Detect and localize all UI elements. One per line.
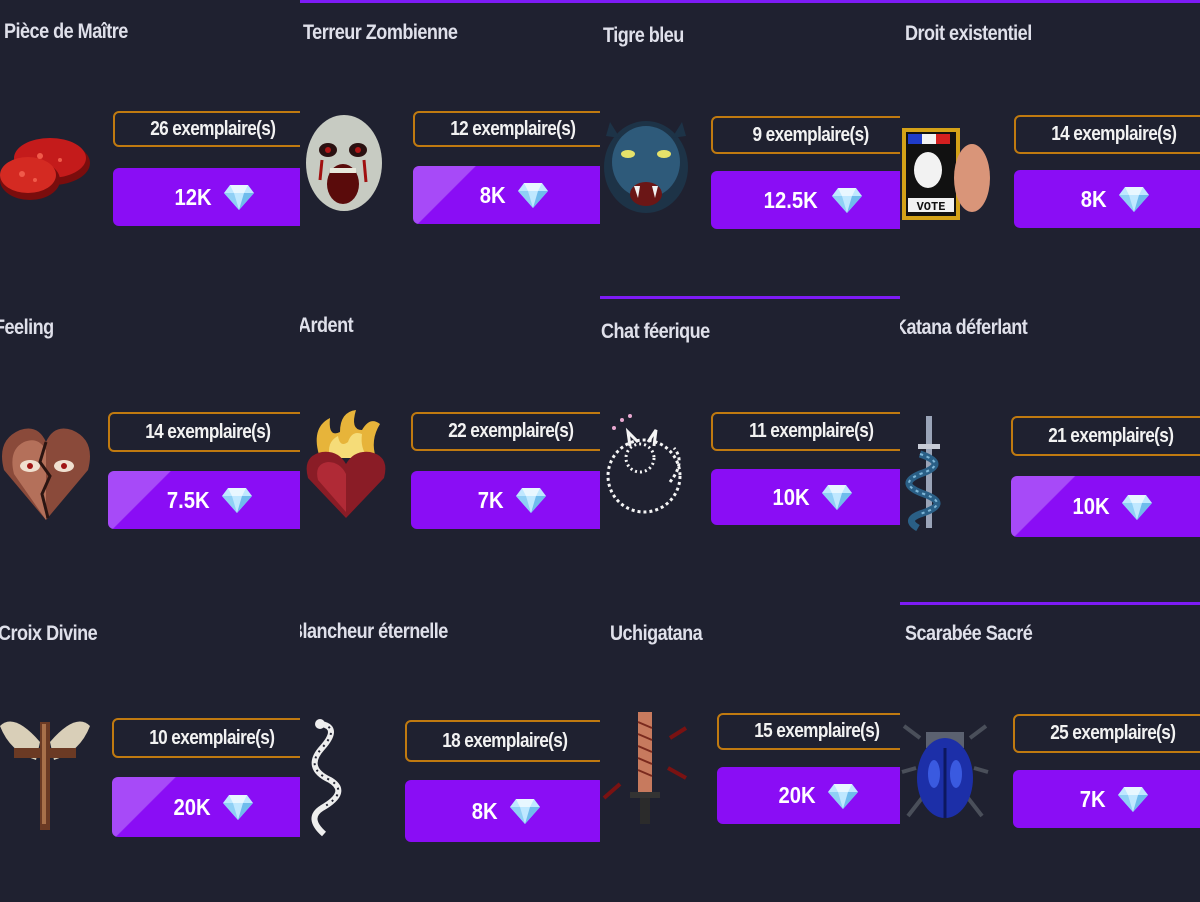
- item-name: Scarabée Sacré: [905, 622, 1033, 645]
- item-card[interactable]: Terreur Zombienne 12 exemplaire(s) 8K: [300, 0, 600, 300]
- diamond-icon: [1122, 493, 1153, 521]
- buy-button[interactable]: 20K: [717, 767, 900, 824]
- price-value: 12K: [174, 183, 212, 210]
- item-card[interactable]: Chat féerique 11 exemplaire(s) 10K: [600, 296, 900, 596]
- diamond-icon: [224, 183, 255, 211]
- vote-ballot-icon: VOTE: [900, 118, 992, 238]
- copies-count[interactable]: 10 exemplaire(s): [112, 718, 300, 758]
- price-value: 10K: [772, 483, 810, 510]
- item-card[interactable]: Feeling 14 exemplaire(s) 7.5K: [0, 300, 300, 600]
- serpent-katana-icon: [900, 414, 992, 534]
- price-value: 10K: [1072, 493, 1110, 519]
- zombie-face-icon: [300, 108, 392, 228]
- diamond-icon: [515, 486, 546, 514]
- copies-count[interactable]: 26 exemplaire(s): [113, 111, 300, 147]
- item-card[interactable]: Ardent 22 exemplaire(s) 7K: [300, 300, 600, 600]
- buy-button[interactable]: 20K: [112, 777, 300, 837]
- item-name: Chat féerique: [601, 320, 710, 343]
- price-value: 20K: [173, 793, 211, 820]
- price-value: 7K: [478, 486, 504, 513]
- copies-count[interactable]: 11 exemplaire(s): [711, 412, 900, 451]
- card-top-accent: [900, 0, 1200, 3]
- buy-button[interactable]: 7.5K: [108, 471, 300, 529]
- copies-count[interactable]: 15 exemplaire(s): [717, 713, 900, 750]
- broken-heart-icon: [0, 410, 92, 530]
- item-name: Droit existentiel: [905, 22, 1032, 45]
- card-top-accent: [900, 602, 1200, 605]
- item-name: Feeling: [0, 316, 54, 339]
- item-name: Katana déferlant: [900, 316, 1028, 339]
- item-card[interactable]: Droit existentiel VOTE 14 exemplaire(s) …: [900, 0, 1200, 300]
- item-name: Tigre bleu: [603, 24, 684, 47]
- copies-count[interactable]: 18 exemplaire(s): [405, 720, 600, 762]
- buy-button[interactable]: 7K: [411, 471, 600, 529]
- buy-button[interactable]: 10K: [711, 469, 900, 525]
- item-name: Blancheur éternelle: [300, 620, 448, 643]
- winged-cross-icon: [0, 712, 92, 832]
- price-value: 7K: [1080, 785, 1106, 812]
- blue-panther-icon: [600, 112, 692, 232]
- price-value: 8K: [472, 797, 498, 824]
- blue-scarab-icon: [900, 708, 992, 828]
- diamond-icon: [223, 793, 254, 821]
- diamond-icon: [822, 483, 853, 511]
- copies-count[interactable]: 14 exemplaire(s): [108, 412, 300, 452]
- copies-count[interactable]: 25 exemplaire(s): [1013, 714, 1200, 753]
- price-value: 8K: [1081, 185, 1107, 212]
- item-card[interactable]: Blancheur éternelle 18 exemplaire(s) 8K: [300, 600, 600, 900]
- item-card[interactable]: Pièce de Maître 26 exemplaire(s) 12K: [0, 0, 300, 300]
- price-value: 7.5K: [166, 486, 210, 513]
- diamond-icon: [517, 181, 548, 209]
- item-name: Terreur Zombienne: [303, 21, 458, 44]
- card-top-accent: [600, 296, 900, 299]
- buy-button[interactable]: 12.5K: [711, 171, 900, 229]
- item-card[interactable]: Katana déferlant 21 exemplaire(s) 10K: [900, 300, 1200, 600]
- buy-button[interactable]: 8K: [405, 780, 600, 842]
- copies-count[interactable]: 22 exemplaire(s): [411, 412, 600, 451]
- diamond-icon: [828, 782, 859, 810]
- buy-button[interactable]: 12K: [113, 168, 300, 226]
- item-card[interactable]: Uchigatana 15 exemplaire(s) 20K: [600, 600, 900, 900]
- svg-text:VOTE: VOTE: [917, 200, 946, 214]
- price-value: 8K: [480, 181, 506, 208]
- item-card[interactable]: Croix Divine 10 exemplaire(s) 20K: [0, 600, 300, 900]
- white-serpent-icon: [300, 718, 392, 838]
- item-name: Croix Divine: [0, 622, 98, 645]
- item-name: Pièce de Maître: [4, 20, 128, 43]
- buy-button[interactable]: 8K: [1014, 170, 1200, 228]
- diamond-icon: [1118, 185, 1149, 213]
- uchigatana-sword-icon: [600, 708, 692, 828]
- card-top-accent: [600, 0, 900, 3]
- fairy-cat-icon: [600, 412, 692, 532]
- buy-button[interactable]: 10K: [1011, 476, 1200, 537]
- diamond-icon: [1117, 785, 1148, 813]
- marketplace-grid: Pièce de Maître 26 exemplaire(s) 12K Ter…: [0, 0, 1200, 902]
- copies-count[interactable]: 9 exemplaire(s): [711, 116, 900, 154]
- copies-count[interactable]: 12 exemplaire(s): [413, 111, 600, 147]
- diamond-icon: [831, 186, 862, 214]
- steak-icon: [0, 108, 92, 228]
- item-card[interactable]: Scarabée Sacré 25 exemplaire(s) 7K: [900, 602, 1200, 902]
- item-card[interactable]: Tigre bleu 9 exemplaire(s) 12.5K: [600, 0, 900, 300]
- item-name: Ardent: [300, 314, 354, 337]
- item-name: Uchigatana: [610, 622, 703, 645]
- diamond-icon: [509, 797, 540, 825]
- price-value: 12.5K: [763, 186, 819, 213]
- diamond-icon: [222, 486, 253, 514]
- buy-button[interactable]: 8K: [413, 166, 600, 224]
- card-top-accent: [300, 0, 600, 3]
- copies-count[interactable]: 14 exemplaire(s): [1014, 115, 1200, 154]
- copies-count[interactable]: 21 exemplaire(s): [1011, 416, 1200, 456]
- buy-button[interactable]: 7K: [1013, 770, 1200, 828]
- flaming-heart-icon: [300, 408, 392, 528]
- price-value: 20K: [778, 782, 816, 808]
